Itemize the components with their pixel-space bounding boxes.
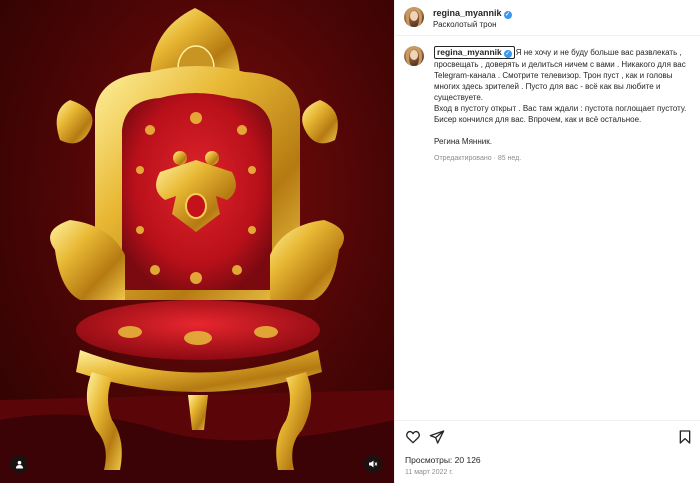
post-date[interactable]: 11 март 2022 г.	[405, 469, 453, 476]
post-info-panel: regina_myannik ✓ Расколотый трон regina_m…	[394, 0, 700, 483]
instagram-post: regina_myannik ✓ Расколотый трон regina_m…	[0, 0, 700, 483]
caption-meta: Отредактировано · 85 нед.	[434, 155, 522, 162]
location-link[interactable]: Расколотый трон	[433, 20, 497, 29]
heart-icon[interactable]	[405, 429, 421, 445]
caption-username[interactable]: regina_myannik ✓	[434, 46, 515, 59]
caption-signature: Регина Мянник.	[434, 137, 492, 146]
post-media[interactable]	[0, 0, 394, 483]
action-bar: Просмотры: 20 126 11 март 2022 г.	[395, 420, 700, 483]
throne-image	[0, 8, 394, 483]
header-username[interactable]: regina_myannik ✓	[433, 8, 512, 19]
caption-paragraph-1: regina_myannik ✓ Я не хочу и не буду больш…	[434, 46, 696, 103]
verified-badge-icon: ✓	[503, 50, 512, 58]
caption-username-text[interactable]: regina_myannik	[437, 47, 502, 57]
verified-badge-icon: ✓	[503, 11, 512, 19]
bookmark-icon[interactable]	[677, 429, 693, 445]
tag-button[interactable]	[10, 455, 28, 473]
speaker-muted-icon	[369, 460, 378, 468]
caption-avatar[interactable]	[404, 46, 424, 66]
mute-button[interactable]	[364, 455, 382, 473]
views-count: Просмотры: 20 126	[405, 455, 481, 465]
caption-text: regina_myannik ✓ Я не хочу и не буду больш…	[434, 46, 696, 164]
avatar[interactable]	[404, 7, 424, 27]
paper-plane-icon[interactable]	[429, 429, 445, 445]
caption-line-2: Вход в пустоту открыт . Вас там ждали : …	[434, 104, 687, 124]
header-username-text[interactable]: regina_myannik	[433, 8, 502, 18]
post-header: regina_myannik ✓ Расколотый трон	[395, 0, 700, 36]
person-tag-icon	[15, 460, 23, 469]
